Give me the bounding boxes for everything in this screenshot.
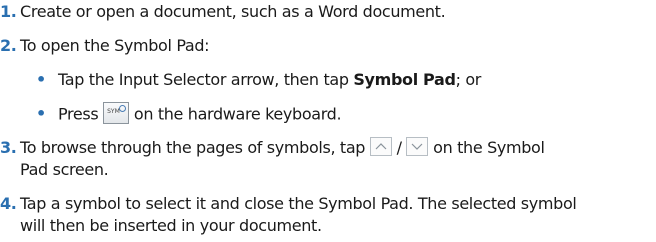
step-number: 4. xyxy=(0,194,17,213)
step-text-end: on the Symbol xyxy=(433,138,545,157)
step-number: 3. xyxy=(0,138,17,157)
step-number: 1. xyxy=(0,2,17,21)
step-text: will then be inserted in your document. xyxy=(20,216,322,235)
sym-key-icon: SYM xyxy=(103,102,130,124)
substep-text: Press xyxy=(58,104,99,124)
page-down-arrow-icon xyxy=(406,137,429,156)
sym-key-label: SYM xyxy=(107,108,120,115)
step-text: Pad screen. xyxy=(20,160,109,179)
step-text: Create or open a document, such as a Wor… xyxy=(20,2,446,21)
substep-text: Tap the Input Selector arrow, then tap xyxy=(58,70,354,89)
substep-text-end: on the hardware keyboard. xyxy=(133,104,342,124)
page-up-arrow-icon xyxy=(369,137,392,156)
substep-text-end: ; or xyxy=(455,70,482,89)
bullet-icon: • xyxy=(36,70,46,89)
step-text: Tap a symbol to select it and close the … xyxy=(20,194,577,213)
step-text: To open the Symbol Pad: xyxy=(20,36,210,55)
separator: / xyxy=(396,138,402,157)
bullet-icon: • xyxy=(36,104,46,123)
step-text: To browse through the pages of symbols, … xyxy=(20,138,366,157)
step-number: 2. xyxy=(0,36,17,55)
symbol-pad-term: Symbol Pad xyxy=(353,70,456,89)
